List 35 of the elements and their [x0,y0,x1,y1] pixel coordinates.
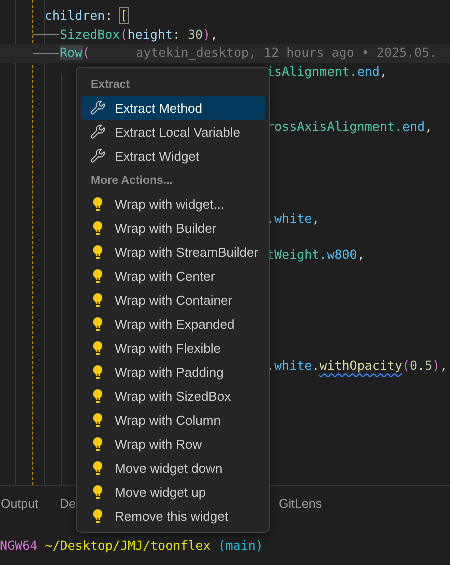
menu-item[interactable]: Wrap with Center [81,264,265,288]
panel-tab[interactable]: GitLens [278,497,324,511]
menu-item[interactable]: Wrap with StreamBuilder [81,240,265,264]
menu-item[interactable]: Wrap with widget... [81,192,265,216]
menu-item[interactable]: Wrap with Flexible [81,336,265,360]
blame-annotation: aytekin_desktop, 12 hours ago • 2025.05. [136,44,438,62]
terminal-prompt: NGW64 ~/Desktop/JMJ/toonflex (main) [0,537,264,553]
menu-item[interactable]: Wrap with Container [81,288,265,312]
menu-section-header: Extract [90,78,131,93]
code-line: SizedBox(height: 30), [60,26,218,44]
menu-item[interactable]: Move widget down [81,456,265,480]
code-line: children: [ [45,7,128,26]
code-line: tWeight.w800, [267,246,365,264]
menu-item[interactable]: Wrap with Expanded [81,312,265,336]
wrench-icon [90,148,106,164]
menu-item[interactable]: Wrap with Row [81,432,265,456]
code-line: rossAxisAlignment.end, [267,118,433,136]
wrench-icon [90,124,106,140]
menu-item[interactable]: Remove this widget [81,504,265,528]
menu-item[interactable]: Wrap with Builder [81,216,265,240]
panel-tab[interactable]: Output [0,497,40,511]
code-line: isAlignment.end, [267,62,388,81]
menu-item[interactable]: Wrap with Padding [81,360,265,384]
menu-item[interactable]: Wrap with Column [81,408,265,432]
code-line: Row( [60,44,90,62]
wrench-icon [90,100,106,116]
code-line: .white, [267,210,320,228]
menu-item[interactable]: Move widget up [81,480,265,504]
menu-item[interactable]: Wrap with SizedBox [81,384,265,408]
code-line: .white.withOpacity(0.5), [267,356,448,375]
menu-section-header: More Actions... [90,174,174,189]
menu-item[interactable]: Extract Method [81,96,265,120]
menu-item[interactable]: Extract Widget [81,144,265,168]
menu-item[interactable]: Extract Local Variable [81,120,265,144]
panel-tab[interactable]: De [59,497,77,511]
